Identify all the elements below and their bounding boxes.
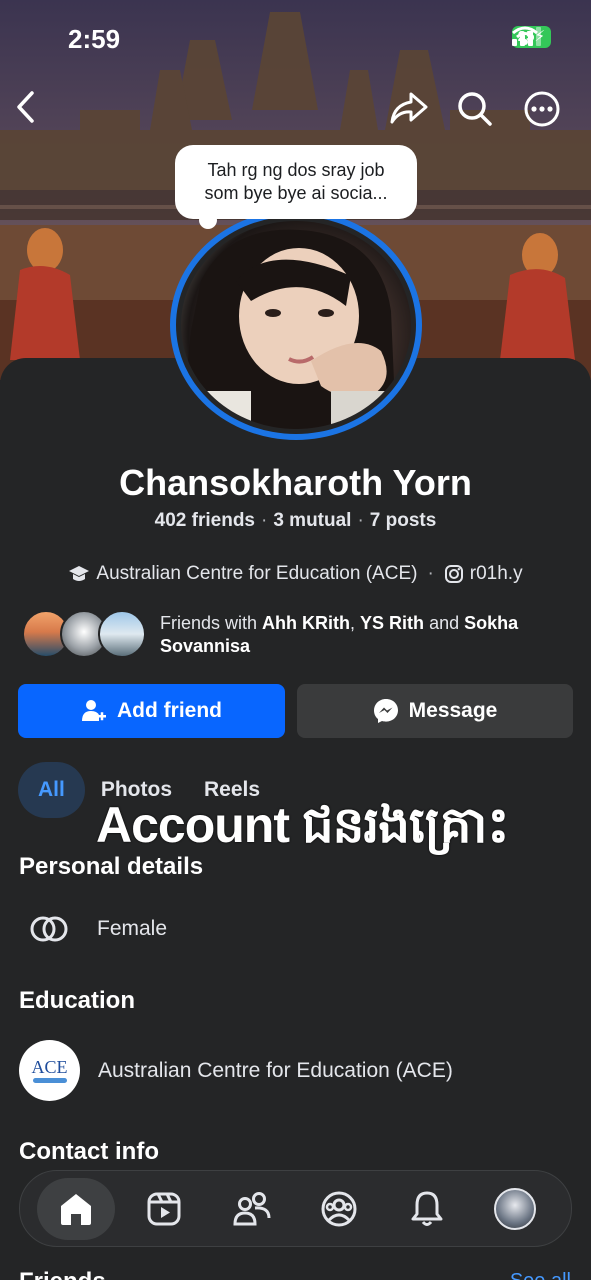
tab-profile-menu[interactable] bbox=[476, 1178, 554, 1240]
bell-icon bbox=[411, 1191, 443, 1226]
status-icons: 25⚡ bbox=[511, 26, 551, 48]
avatar-illustration bbox=[181, 229, 411, 429]
share-button[interactable] bbox=[389, 90, 433, 134]
mutual-avatar bbox=[98, 610, 146, 658]
tab-video[interactable] bbox=[125, 1178, 203, 1240]
profile-avatar[interactable] bbox=[170, 210, 422, 440]
status-time: 2:59 bbox=[68, 24, 121, 54]
see-all-link[interactable]: See all bbox=[510, 1270, 571, 1280]
tab-all[interactable]: All bbox=[18, 762, 85, 818]
education-school: Australian Centre for Education (ACE) bbox=[98, 1058, 453, 1082]
posts-count[interactable]: 7 posts bbox=[370, 510, 437, 531]
wifi-icon bbox=[511, 26, 538, 45]
school-name[interactable]: Australian Centre for Education (ACE) bbox=[96, 563, 417, 585]
search-button[interactable] bbox=[456, 90, 500, 134]
instagram-handle[interactable]: r01h.y bbox=[470, 563, 523, 585]
chevron-left-icon bbox=[17, 91, 34, 123]
mutual-friends-avatars[interactable] bbox=[22, 610, 146, 658]
more-button[interactable] bbox=[523, 90, 567, 134]
tab-notifications[interactable] bbox=[388, 1178, 466, 1240]
profile-stats: 402 friends · 3 mutual · 7 posts bbox=[154, 510, 437, 531]
message-button[interactable]: Message bbox=[297, 684, 573, 738]
gender-value: Female bbox=[97, 917, 168, 940]
add-friend-button[interactable]: Add friend bbox=[18, 684, 285, 738]
mutual-count[interactable]: 3 mutual bbox=[273, 510, 351, 531]
home-icon bbox=[60, 1193, 91, 1225]
mutual-friends-text[interactable]: Friends with Ahh KRith, YS Rith and Sokh… bbox=[160, 612, 580, 658]
friends-icon bbox=[233, 1191, 271, 1225]
profile-intro: Australian Centre for Education (ACE) · … bbox=[0, 563, 591, 585]
friends-section-title: Friends bbox=[19, 1268, 106, 1280]
friends-count[interactable]: 402 friends bbox=[155, 510, 255, 531]
profile-note[interactable]: Tah rg ng dos sray job som bye bye ai so… bbox=[175, 145, 417, 229]
ace-logo: ACE bbox=[19, 1040, 80, 1101]
search-icon bbox=[458, 92, 492, 126]
video-icon bbox=[147, 1192, 181, 1225]
back-button[interactable] bbox=[14, 90, 58, 134]
groups-icon bbox=[321, 1191, 357, 1226]
education-title: Education bbox=[19, 987, 136, 1014]
status-bar: 2:59 25⚡ bbox=[0, 0, 591, 80]
avatar-photo bbox=[181, 221, 411, 429]
bottom-tab-bar bbox=[19, 1170, 572, 1247]
note-line-1: Tah rg ng dos sray job bbox=[207, 160, 385, 180]
gender-row: Female bbox=[19, 910, 167, 948]
more-icon bbox=[524, 91, 560, 127]
graduation-cap-icon bbox=[69, 566, 90, 581]
share-icon bbox=[390, 92, 428, 124]
contact-info-title: Contact info bbox=[19, 1138, 159, 1165]
tab-home[interactable] bbox=[36, 1177, 115, 1240]
personal-details-title: Personal details bbox=[19, 853, 204, 880]
menu-avatar bbox=[494, 1187, 537, 1230]
profile-name: Chansokharoth Yorn bbox=[119, 462, 472, 503]
add-friend-icon bbox=[82, 700, 106, 721]
note-line-2: som bye bye ai socia... bbox=[204, 183, 388, 203]
instagram-icon bbox=[444, 565, 463, 583]
education-row[interactable]: ACE Australian Centre for Education (ACE… bbox=[19, 1040, 453, 1101]
tab-groups[interactable] bbox=[300, 1178, 378, 1240]
messenger-icon bbox=[373, 699, 398, 723]
tab-friends[interactable] bbox=[213, 1178, 291, 1240]
gender-icon bbox=[30, 916, 68, 942]
